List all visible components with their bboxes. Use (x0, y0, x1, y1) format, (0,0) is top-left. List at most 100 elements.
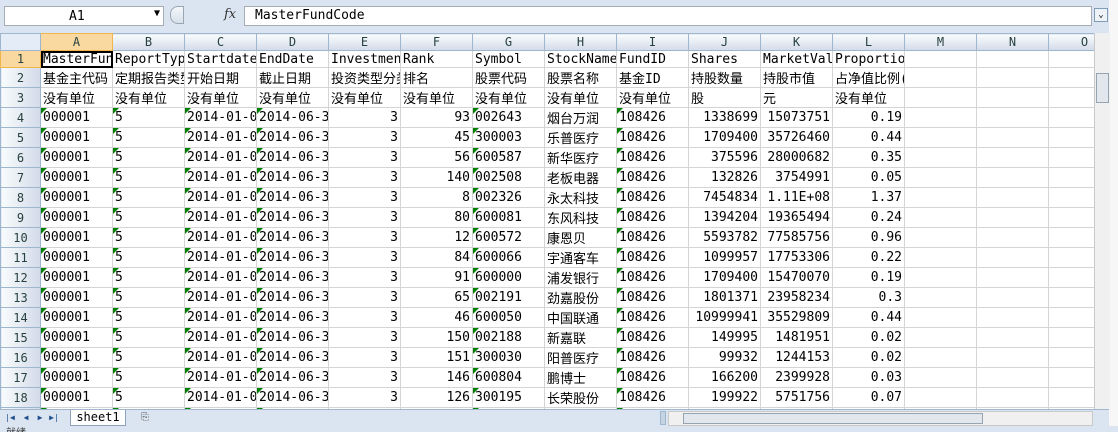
cell-b6[interactable]: 5 (112, 147, 185, 168)
cell-h14[interactable]: 中国联通 (544, 307, 617, 328)
cell-b12[interactable]: 5 (112, 267, 185, 288)
cell-b7[interactable]: 5 (112, 167, 185, 188)
cell-m5[interactable] (904, 127, 977, 148)
cell-n11[interactable] (976, 247, 1049, 268)
cell-a14[interactable]: 000001 (40, 307, 113, 328)
cell-l1[interactable]: Proportion (832, 50, 905, 68)
cell-h10[interactable]: 康恩贝 (544, 227, 617, 248)
cell-k3[interactable]: 元 (760, 87, 833, 108)
cell-d18[interactable]: 2014-06-30 (256, 387, 329, 408)
cell-j8[interactable]: 7454834 (688, 187, 761, 208)
row-header[interactable]: 4 (0, 107, 41, 128)
cell-c1[interactable]: Startdate (184, 50, 257, 68)
cell-f6[interactable]: 56 (400, 147, 473, 168)
cell-c11[interactable]: 2014-01-01 (184, 247, 257, 268)
cell-h12[interactable]: 浦发银行 (544, 267, 617, 288)
cell-b10[interactable]: 5 (112, 227, 185, 248)
cell-l11[interactable]: 0.22 (832, 247, 905, 268)
cell-d10[interactable]: 2014-06-30 (256, 227, 329, 248)
row-header[interactable]: 16 (0, 347, 41, 368)
cell-o15[interactable] (1048, 327, 1094, 348)
cell-j5[interactable]: 1709400 (688, 127, 761, 148)
cell-k17[interactable]: 2399928 (760, 367, 833, 388)
cell-c5[interactable]: 2014-01-01 (184, 127, 257, 148)
cell-h6[interactable]: 新华医疗 (544, 147, 617, 168)
cell-f9[interactable]: 80 (400, 207, 473, 228)
cell-e14[interactable]: 3 (328, 307, 401, 328)
cell-i4[interactable]: 108426 (616, 107, 689, 128)
worksheet-grid[interactable]: ABCDEFGHIJKLMNO 1MasterFundCodeReportTyp… (0, 33, 1094, 409)
cell-o7[interactable] (1048, 167, 1094, 188)
cell-g4[interactable]: 002643 (472, 107, 545, 128)
cell-n3[interactable] (976, 87, 1049, 108)
cell-o9[interactable] (1048, 207, 1094, 228)
cell-a13[interactable]: 000001 (40, 287, 113, 308)
cell-b2[interactable]: 定期报告类型 (112, 67, 185, 88)
column-header-e[interactable]: E (328, 33, 401, 51)
cell-k5[interactable]: 35726460 (760, 127, 833, 148)
column-header-l[interactable]: L (832, 33, 905, 51)
cell-c16[interactable]: 2014-01-01 (184, 347, 257, 368)
cell-c2[interactable]: 开始日期 (184, 67, 257, 88)
cell-h9[interactable]: 东风科技 (544, 207, 617, 228)
cell-e5[interactable]: 3 (328, 127, 401, 148)
row-header[interactable]: 2 (0, 67, 41, 88)
cell-c6[interactable]: 2014-01-01 (184, 147, 257, 168)
cell-o11[interactable] (1048, 247, 1094, 268)
cell-h17[interactable]: 鹏博士 (544, 367, 617, 388)
cell-a18[interactable]: 000001 (40, 387, 113, 408)
cell-l17[interactable]: 0.03 (832, 367, 905, 388)
cell-e18[interactable]: 3 (328, 387, 401, 408)
cell-i12[interactable]: 108426 (616, 267, 689, 288)
cell-k1[interactable]: MarketValue (760, 50, 833, 68)
cell-g10[interactable]: 600572 (472, 227, 545, 248)
cell-i9[interactable]: 108426 (616, 207, 689, 228)
cell-b17[interactable]: 5 (112, 367, 185, 388)
cell-g11[interactable]: 600066 (472, 247, 545, 268)
cell-c8[interactable]: 2014-01-01 (184, 187, 257, 208)
cell-e15[interactable]: 3 (328, 327, 401, 348)
row-header[interactable]: 7 (0, 167, 41, 188)
insert-sheet-icon[interactable]: ⎘ (134, 411, 156, 425)
cell-n16[interactable] (976, 347, 1049, 368)
cell-d14[interactable]: 2014-06-30 (256, 307, 329, 328)
cell-l7[interactable]: 0.05 (832, 167, 905, 188)
row-header[interactable]: 10 (0, 227, 41, 248)
cell-a7[interactable]: 000001 (40, 167, 113, 188)
cell-f1[interactable]: Rank (400, 50, 473, 68)
cell-i11[interactable]: 108426 (616, 247, 689, 268)
cell-l2[interactable]: 占净值比例(%) (832, 67, 905, 88)
cell-a8[interactable]: 000001 (40, 187, 113, 208)
column-header-b[interactable]: B (112, 33, 185, 51)
cell-m6[interactable] (904, 147, 977, 168)
row-header[interactable]: 5 (0, 127, 41, 148)
cell-e6[interactable]: 3 (328, 147, 401, 168)
cell-l16[interactable]: 0.02 (832, 347, 905, 368)
cell-l4[interactable]: 0.19 (832, 107, 905, 128)
cell-j14[interactable]: 10999941 (688, 307, 761, 328)
cell-c10[interactable]: 2014-01-01 (184, 227, 257, 248)
cell-m12[interactable] (904, 267, 977, 288)
tab-split-handle[interactable] (660, 411, 666, 425)
cell-k4[interactable]: 15073751 (760, 107, 833, 128)
cell-f14[interactable]: 46 (400, 307, 473, 328)
cell-o14[interactable] (1048, 307, 1094, 328)
cell-b11[interactable]: 5 (112, 247, 185, 268)
cell-m2[interactable] (904, 67, 977, 88)
cell-i5[interactable]: 108426 (616, 127, 689, 148)
cell-n8[interactable] (976, 187, 1049, 208)
cell-a2[interactable]: 基金主代码 (40, 67, 113, 88)
cell-o2[interactable] (1048, 67, 1094, 88)
cell-n2[interactable] (976, 67, 1049, 88)
column-header-m[interactable]: M (904, 33, 977, 51)
cell-i14[interactable]: 108426 (616, 307, 689, 328)
cell-i3[interactable]: 没有单位 (616, 87, 689, 108)
cell-k15[interactable]: 1481951 (760, 327, 833, 348)
cell-c18[interactable]: 2014-01-01 (184, 387, 257, 408)
column-header-a[interactable]: A (40, 33, 113, 51)
cell-g18[interactable]: 300195 (472, 387, 545, 408)
cell-g14[interactable]: 600050 (472, 307, 545, 328)
cell-n1[interactable] (976, 50, 1049, 68)
cell-j10[interactable]: 5593782 (688, 227, 761, 248)
row-header[interactable]: 14 (0, 307, 41, 328)
